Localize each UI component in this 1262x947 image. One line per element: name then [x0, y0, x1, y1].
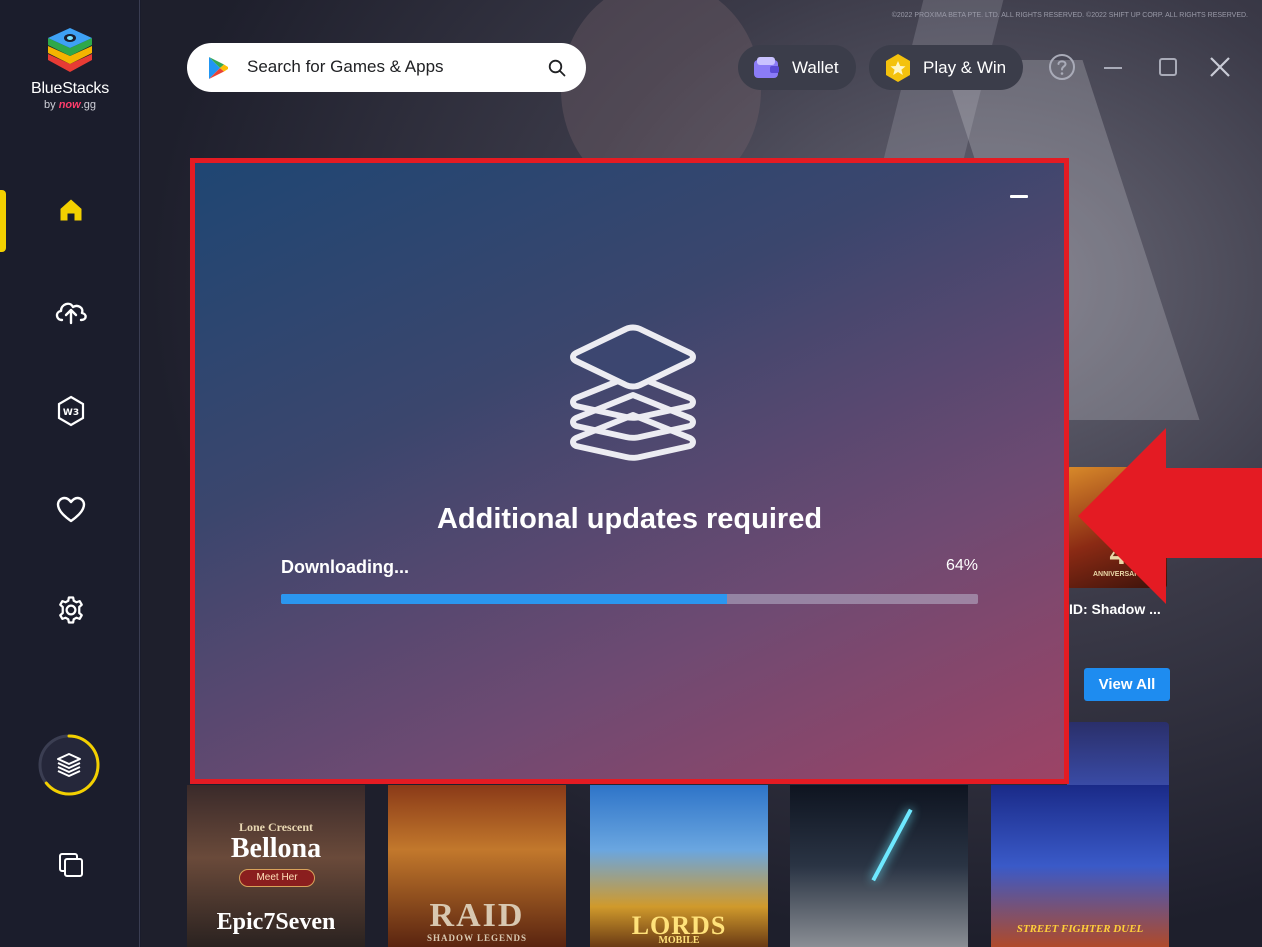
- logo-brand: now: [58, 99, 81, 111]
- sidebar-item-web3[interactable]: W3: [46, 386, 96, 436]
- tile-footer: Epic7Seven: [216, 909, 336, 935]
- download-progress-fill: [281, 594, 728, 604]
- view-all-button[interactable]: View All: [1084, 668, 1170, 701]
- game-tile-lords-mobile[interactable]: LORDS MOBILE: [590, 785, 768, 947]
- heart-icon: [56, 496, 86, 523]
- bluestacks-logo-icon: [42, 24, 98, 76]
- tile-title: Bellona: [230, 833, 322, 864]
- help-icon: [1049, 54, 1075, 80]
- logo-by: by: [44, 99, 56, 111]
- help-button[interactable]: [1047, 52, 1077, 82]
- logo-name: BlueStacks: [30, 80, 110, 97]
- game-tile-raid[interactable]: RAID SHADOW LEGENDS: [388, 785, 566, 947]
- tile-footer: SHADOW LEGENDS: [426, 933, 528, 943]
- cloud-upload-icon: [55, 302, 87, 325]
- wallet-icon: [754, 56, 779, 78]
- search-icon[interactable]: [548, 59, 566, 77]
- close-icon: [1210, 57, 1230, 77]
- star-badge-icon: [886, 53, 910, 82]
- maximize-icon: [1159, 58, 1177, 76]
- multi-instance-icon: [59, 853, 83, 877]
- sidebar-item-settings[interactable]: [46, 585, 96, 635]
- wallet-label: Wallet: [792, 57, 839, 77]
- play-and-win-label: Play & Win: [923, 57, 1007, 77]
- play-and-win-button[interactable]: Play & Win: [869, 45, 1023, 90]
- download-percent: 64%: [945, 557, 978, 574]
- minimize-icon: [1104, 67, 1122, 69]
- dialog-minimize-button[interactable]: [1010, 195, 1028, 198]
- wallet-button[interactable]: Wallet: [738, 45, 856, 90]
- download-status: Downloading...: [281, 557, 409, 577]
- tile-footer: MOBILE: [658, 935, 700, 946]
- download-progress-bar: [281, 594, 978, 604]
- gear-icon: [59, 596, 83, 624]
- game-tile-epic-seven[interactable]: Lone Crescent Bellona Meet Her Epic7Seve…: [187, 785, 365, 947]
- game-tile-sci-fi[interactable]: [790, 785, 968, 947]
- maximize-window-button[interactable]: [1153, 52, 1183, 82]
- copyright-text: ©2022 PROXIMA BETA PTE. LTD. ALL RIGHTS …: [891, 12, 1248, 19]
- play-store-icon: [209, 57, 228, 79]
- download-progress-ring[interactable]: [38, 734, 100, 796]
- dialog-title: Additional updates required: [436, 503, 823, 535]
- minimize-window-button[interactable]: [1098, 52, 1128, 82]
- game-tile-street-fighter-duel[interactable]: STREET FIGHTER DUEL: [991, 785, 1169, 947]
- sidebar-item-multi-instance[interactable]: [46, 840, 96, 890]
- game-tile-partial[interactable]: [1067, 722, 1169, 788]
- w3-label: W3: [63, 408, 79, 418]
- home-icon: [60, 199, 82, 221]
- meet-her-button[interactable]: Meet Her: [239, 869, 315, 887]
- sidebar-item-home[interactable]: [46, 185, 96, 235]
- sidebar-item-cloud-upload[interactable]: [46, 286, 96, 336]
- tile-title: STREET FIGHTER DUEL: [1016, 923, 1144, 935]
- bluestacks-logo[interactable]: BlueStacks by now.gg: [28, 24, 112, 111]
- tile-title: RAID: [429, 897, 525, 934]
- search-input[interactable]: [247, 55, 527, 79]
- glowing-blade-decor: [871, 808, 913, 882]
- update-dialog: Additional updates required Downloading.…: [190, 158, 1069, 784]
- close-window-button[interactable]: [1205, 52, 1235, 82]
- sidebar-item-favorites[interactable]: [46, 485, 96, 535]
- annotation-arrow: [1078, 428, 1262, 604]
- logo-byline: by now.gg: [28, 99, 112, 111]
- logo-domain: .gg: [80, 99, 96, 111]
- sidebar: BlueStacks by now.gg W3: [0, 0, 140, 947]
- layers-icon: [570, 324, 696, 461]
- sidebar-active-indicator: [0, 190, 6, 252]
- search-bar[interactable]: [187, 43, 586, 92]
- w3-icon: W3: [57, 395, 85, 427]
